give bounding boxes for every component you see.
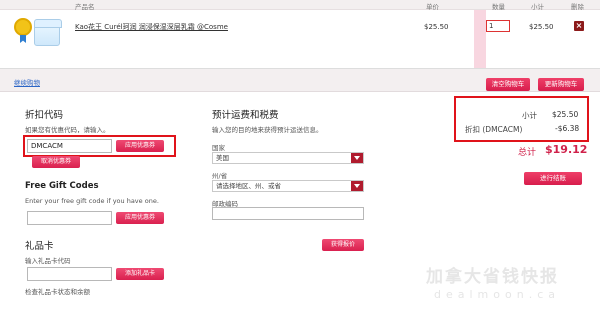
header-delete: 删除 — [571, 3, 584, 11]
watermark-line-2: dealmoon.ca — [434, 288, 560, 301]
product-thumbnail[interactable] — [14, 12, 62, 58]
subtotal-value: $25.50 — [552, 110, 579, 119]
shipping-hint: 输入您的目的地来获得预计运送信息。 — [212, 126, 323, 134]
product-subtotal: $25.50 — [529, 23, 554, 31]
header-product-name: 产品名 — [75, 3, 95, 11]
shipping-heading: 预计运费和税费 — [212, 110, 279, 121]
update-cart-button[interactable]: 更新购物车 — [538, 78, 584, 91]
free-gift-code-input[interactable] — [27, 211, 112, 225]
free-gift-hint: Enter your free gift code if you have on… — [25, 197, 159, 205]
continue-shopping-link[interactable]: 继续购物 — [14, 77, 40, 87]
quantity-column-highlight — [474, 10, 486, 68]
check-gift-card-link[interactable]: 检查礼品卡状态和余额 — [25, 286, 90, 296]
get-quote-button[interactable]: 获得报价 — [322, 239, 364, 251]
cream-jar-image — [34, 19, 62, 46]
cancel-discount-button[interactable]: 取消优惠券 — [32, 156, 80, 168]
cart-table-header: 产品名 单价 数量 小计 删除 — [0, 0, 600, 11]
discount-label: 折扣 (DMCACM) — [465, 125, 523, 134]
delete-item-icon[interactable]: × — [574, 21, 584, 31]
header-quantity: 数量 — [492, 3, 505, 11]
gift-card-hint: 输入礼品卡代码 — [25, 257, 71, 265]
country-select[interactable]: 美国 — [212, 152, 364, 164]
discount-heading: 折扣代码 — [25, 110, 64, 121]
header-unit-price: 单价 — [426, 3, 439, 11]
chevron-down-icon — [351, 153, 363, 163]
subtotal-label: 小计 — [522, 111, 537, 120]
checkout-button[interactable]: 进行结账 — [524, 172, 582, 185]
free-gift-heading: Free Gift Codes — [25, 181, 99, 191]
discount-code-input[interactable]: DMCACM — [27, 139, 112, 153]
gift-card-heading: 礼品卡 — [25, 241, 54, 252]
state-label: 州/省 — [212, 172, 228, 180]
apply-gift-code-button[interactable]: 应用优惠券 — [116, 212, 164, 224]
state-placeholder: 请选择地区、州、或省 — [216, 182, 281, 190]
total-value: $19.12 — [545, 143, 588, 156]
state-select[interactable]: 请选择地区、州、或省 — [212, 180, 364, 192]
clear-cart-button[interactable]: 清空购物车 — [486, 78, 530, 91]
product-unit-price: $25.50 — [424, 23, 449, 31]
country-label: 国家 — [212, 144, 225, 152]
discount-value: -$6.38 — [555, 124, 580, 133]
discount-hint: 如果您有优惠代码，请输入。 — [25, 126, 110, 134]
header-subtotal: 小计 — [531, 3, 544, 11]
chevron-down-icon — [351, 181, 363, 191]
total-label: 总计 — [518, 148, 537, 158]
zip-input[interactable] — [212, 207, 364, 220]
award-badge-icon — [14, 18, 32, 36]
gift-card-input[interactable] — [27, 267, 112, 281]
country-value: 美国 — [216, 154, 229, 162]
apply-discount-button[interactable]: 应用优惠券 — [116, 140, 164, 152]
watermark-line-1: 加拿大省钱快报 — [426, 267, 559, 287]
quantity-input[interactable]: 1 — [486, 20, 510, 32]
add-gift-card-button[interactable]: 添加礼品卡 — [116, 268, 164, 280]
product-title-link[interactable]: Kao花王 Curél珂润 润浸保湿深层乳霜 @Cosme — [75, 22, 228, 32]
